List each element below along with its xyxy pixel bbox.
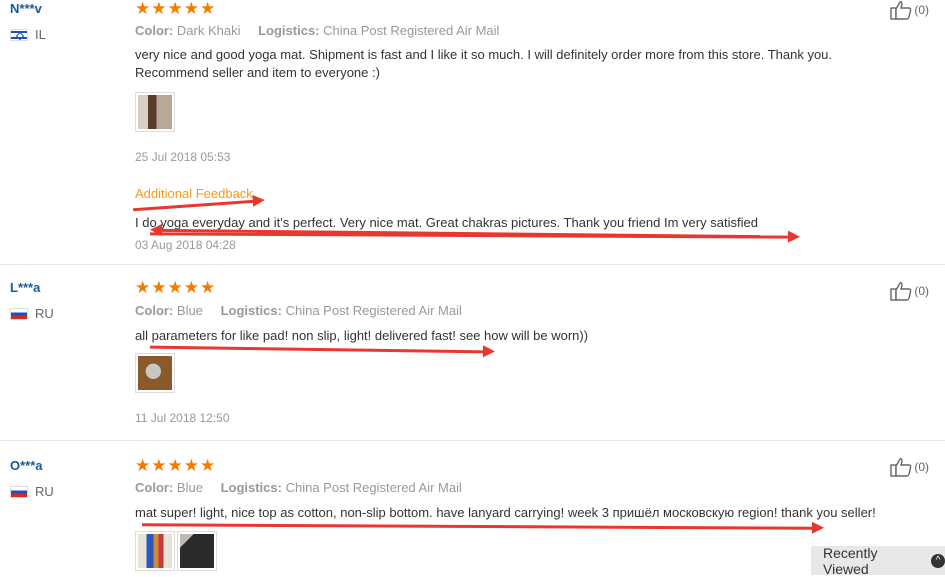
star-icon: ★ (183, 0, 199, 18)
review-photos (135, 353, 175, 393)
color-label: Color: (135, 480, 174, 495)
star-icon: ★ (200, 278, 216, 297)
logistics-value: China Post Registered Air Mail (285, 480, 462, 495)
country-code: RU (35, 484, 54, 499)
star-icon: ★ (135, 0, 151, 18)
like-button[interactable]: (0) (890, 281, 929, 301)
star-icon: ★ (135, 456, 151, 475)
review-item: O***a RU ★ ★ ★ ★ ★ Color: Blue Logistics… (0, 440, 945, 576)
star-rating: ★ ★ ★ ★ ★ (135, 279, 215, 296)
logistics-label: Logistics: (220, 303, 282, 318)
star-icon: ★ (183, 278, 199, 297)
recently-viewed-button[interactable]: Recently Viewed ^ (811, 544, 945, 577)
star-icon: ★ (151, 278, 167, 297)
review-text-line: Recommend seller and item to everyone :) (135, 65, 380, 80)
color-value: Blue (176, 303, 203, 318)
star-icon: ★ (200, 456, 216, 475)
order-info: Color: Blue Logistics: China Post Regist… (135, 480, 476, 495)
thumbs-up-icon (890, 282, 912, 301)
review-text: very nice and good yoga mat. Shipment is… (135, 46, 895, 82)
order-info: Color: Dark Khaki Logistics: China Post … (135, 23, 513, 38)
color-label: Color: (135, 23, 174, 38)
chevron-up-icon: ^ (931, 553, 945, 568)
additional-feedback-date: 03 Aug 2018 04:28 (135, 238, 236, 252)
color-value: Blue (176, 480, 203, 495)
russia-flag-icon (10, 485, 28, 498)
star-icon: ★ (167, 456, 183, 475)
like-count: (0) (914, 3, 929, 17)
logistics-value: China Post Registered Air Mail (323, 23, 500, 38)
additional-feedback-label: Additional Feedback (135, 186, 253, 201)
review-photo[interactable] (177, 531, 217, 571)
review-date: 25 Jul 2018 05:53 (135, 150, 231, 164)
star-icon: ★ (200, 0, 216, 18)
review-text-line: very nice and good yoga mat. Shipment is… (135, 47, 833, 62)
country-code: IL (35, 27, 46, 42)
annotation-arrow (149, 345, 486, 354)
thumbs-up-icon (890, 1, 912, 20)
reviewer-country: RU (10, 484, 54, 499)
star-icon: ★ (167, 278, 183, 297)
annotation-arrow (133, 199, 255, 212)
review-text: all parameters for like pad! non slip, l… (135, 328, 589, 343)
logistics-label: Logistics: (220, 480, 282, 495)
country-code: RU (35, 306, 54, 321)
israel-flag-icon (10, 28, 28, 41)
star-icon: ★ (167, 0, 183, 18)
star-rating: ★ ★ ★ ★ ★ (135, 457, 215, 474)
review-photo[interactable] (135, 92, 175, 132)
star-icon: ★ (135, 278, 151, 297)
annotation-arrow (141, 523, 815, 530)
review-item: L***a RU ★ ★ ★ ★ ★ Color: Blue Logistics… (0, 264, 945, 441)
review-date: 11 Jul 2018 12:50 (135, 411, 230, 425)
review-text: mat super! light, nice top as cotton, no… (135, 505, 876, 520)
review-photos (135, 92, 175, 132)
color-label: Color: (135, 303, 174, 318)
review-photo[interactable] (135, 531, 175, 571)
star-icon: ★ (151, 0, 167, 18)
like-button[interactable]: (0) (890, 0, 929, 20)
reviewer-name[interactable]: N***v (10, 1, 42, 16)
reviewer-name[interactable]: L***a (10, 280, 40, 295)
logistics-label: Logistics: (258, 23, 320, 38)
reviewer-name[interactable]: O***a (10, 458, 43, 473)
color-value: Dark Khaki (176, 23, 241, 38)
like-count: (0) (914, 284, 929, 298)
like-button[interactable]: (0) (890, 457, 929, 477)
russia-flag-icon (10, 307, 28, 320)
recently-viewed-label: Recently Viewed (823, 544, 878, 577)
reviewer-country: IL (10, 27, 46, 42)
star-icon: ★ (183, 456, 199, 475)
thumbs-up-icon (890, 458, 912, 477)
star-icon: ★ (151, 456, 167, 475)
order-info: Color: Blue Logistics: China Post Regist… (135, 303, 476, 318)
reviewer-country: RU (10, 306, 54, 321)
review-photos (135, 531, 217, 571)
like-count: (0) (914, 460, 929, 474)
review-item: N***v IL ★ ★ ★ ★ ★ Color: Dark Khaki Log… (0, 0, 945, 264)
logistics-value: China Post Registered Air Mail (285, 303, 462, 318)
review-photo[interactable] (135, 353, 175, 393)
star-rating: ★ ★ ★ ★ ★ (135, 0, 215, 17)
